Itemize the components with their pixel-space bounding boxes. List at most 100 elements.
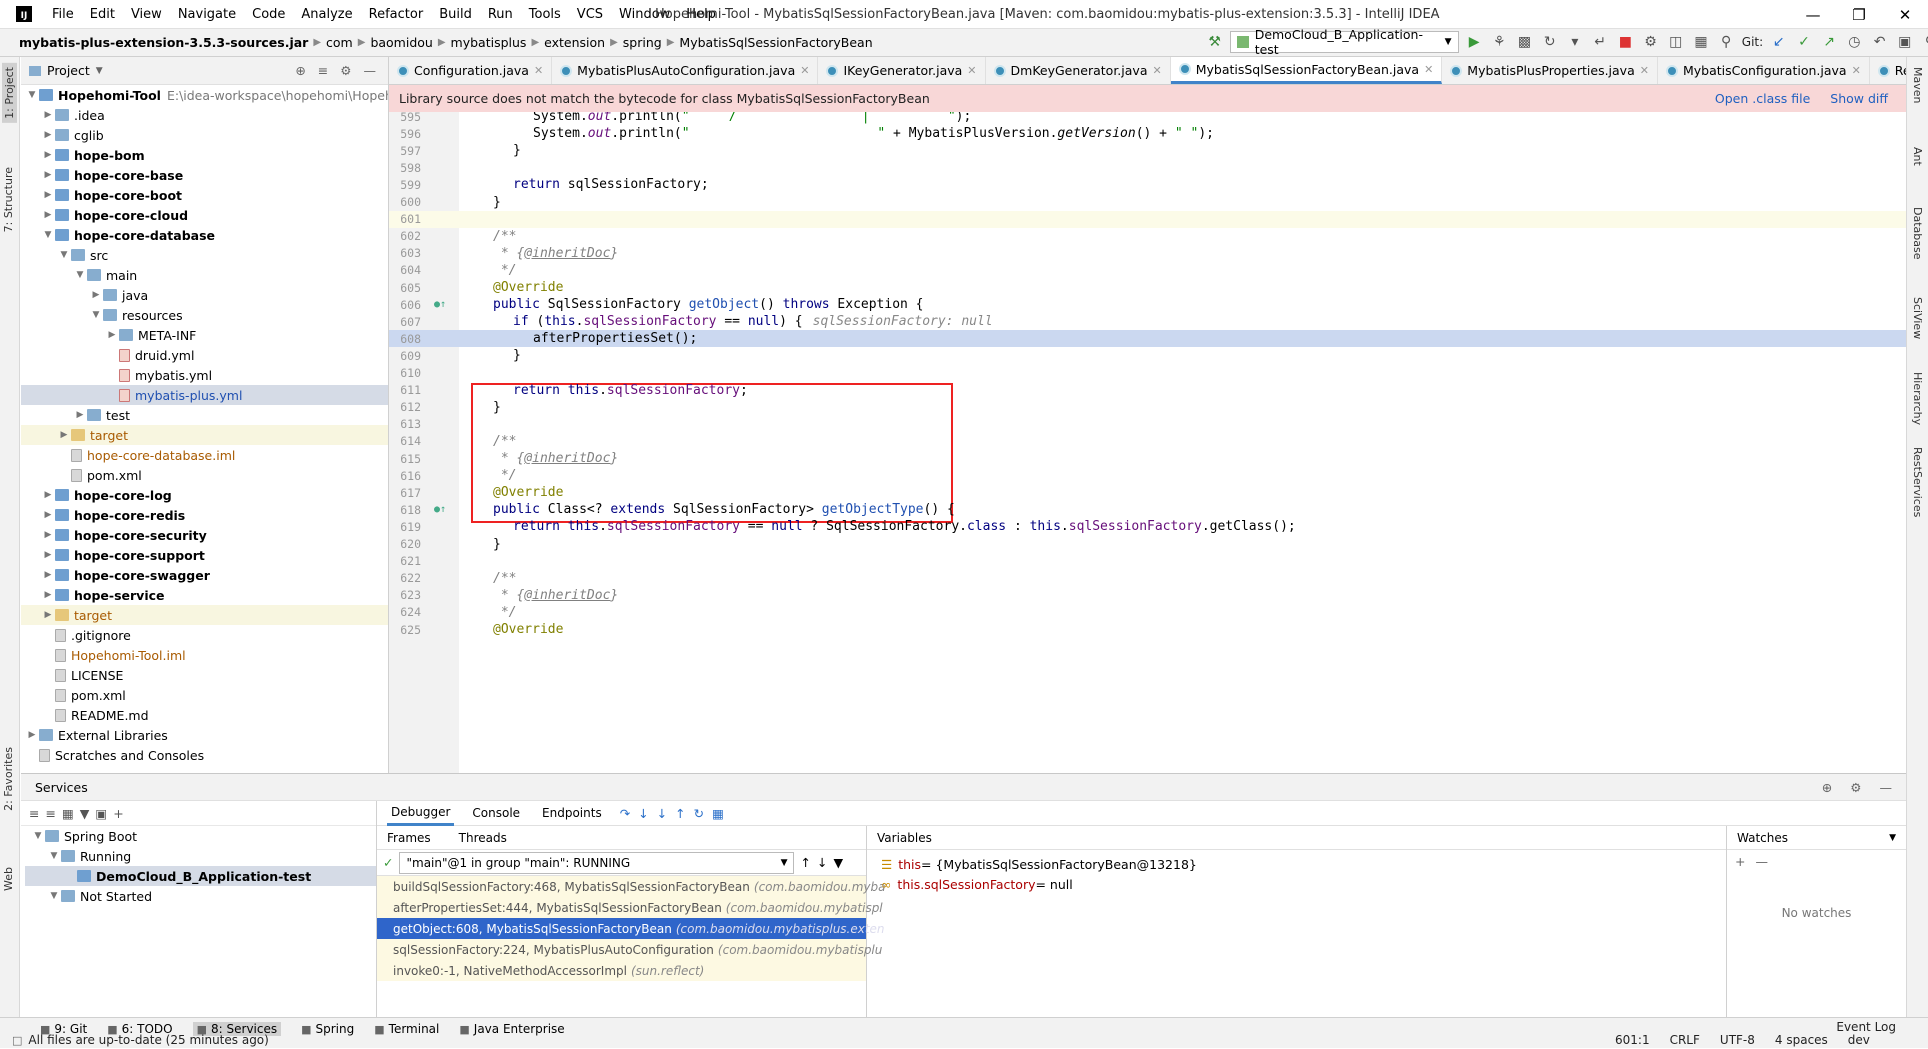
build-icon[interactable]: ⚙	[1641, 32, 1660, 52]
file-encoding[interactable]: UTF-8	[1720, 1033, 1755, 1047]
chevron-down-icon[interactable]: ▼	[47, 851, 61, 861]
new-tab-icon[interactable]: ▣	[95, 806, 107, 821]
search-everywhere-icon[interactable]: ⚲	[1717, 32, 1736, 52]
menu-refactor[interactable]: Refactor	[361, 7, 432, 22]
tree-item[interactable]: Scratches and Consoles	[21, 745, 388, 765]
service-node[interactable]: ▼ Spring Boot	[25, 826, 376, 846]
add-icon[interactable]: +	[113, 806, 123, 821]
chevron-right-icon[interactable]: ▶	[41, 490, 55, 500]
add-watch-icon[interactable]: +	[1735, 854, 1745, 869]
tool-tab-ant[interactable]: Ant	[1911, 147, 1924, 166]
tree-item[interactable]: pom.xml	[21, 685, 388, 705]
chevron-right-icon[interactable]: ▶	[41, 190, 55, 200]
filter-icon[interactable]: ▼	[833, 855, 843, 870]
tree-item[interactable]: ▶ External Libraries	[21, 725, 388, 745]
code-line[interactable]: 611 return this.sqlSessionFactory;	[389, 382, 1906, 399]
tree-item[interactable]: ▼ main	[21, 265, 388, 285]
run-configuration-select[interactable]: DemoCloud_B_Application-test ▼	[1230, 27, 1459, 57]
stack-frame[interactable]: buildSqlSessionFactory:468, MybatisSqlSe…	[377, 876, 886, 897]
tree-item[interactable]: ▶ java	[21, 285, 388, 305]
code-line[interactable]: 604 */	[389, 262, 1906, 279]
editor-tab[interactable]: IKeyGenerator.java ✕	[818, 57, 986, 84]
tree-item[interactable]: Hopehomi-Tool.iml	[21, 645, 388, 665]
down-arrow-icon[interactable]: ↓	[817, 855, 827, 870]
menu-edit[interactable]: Edit	[82, 7, 123, 22]
tree-item[interactable]: hope-core-database.iml	[21, 445, 388, 465]
tree-item[interactable]: mybatis-plus.yml	[21, 385, 388, 405]
menu-file[interactable]: File	[44, 7, 82, 22]
editor-tab[interactable]: MybatisPlusProperties.java ✕	[1442, 57, 1658, 84]
thread-select[interactable]: "main"@1 in group "main": RUNNING ▼	[399, 851, 795, 874]
chevron-down-icon[interactable]: ▼	[31, 831, 45, 841]
code-line[interactable]: 609}	[389, 347, 1906, 364]
tree-item[interactable]: ▼ resources	[21, 305, 388, 325]
chevron-right-icon[interactable]: ▶	[41, 530, 55, 540]
git-update-icon[interactable]: ↙	[1769, 32, 1788, 52]
close-tab-icon[interactable]: ✕	[1852, 64, 1861, 77]
code-line[interactable]: 613	[389, 416, 1906, 433]
tree-item[interactable]: ▶ hope-core-cloud	[21, 205, 388, 225]
editor-tab[interactable]: Configuration.java ✕	[389, 57, 553, 84]
chevron-right-icon[interactable]: ▶	[41, 210, 55, 220]
tree-item[interactable]: ▶ target	[21, 605, 388, 625]
chevron-right-icon[interactable]: ▶	[41, 150, 55, 160]
code-line[interactable]: 610	[389, 365, 1906, 382]
project-panel-title[interactable]: Project	[47, 63, 90, 78]
tree-item[interactable]: ▼ hope-core-database	[21, 225, 388, 245]
service-node[interactable]: ▼ Not Started	[25, 886, 376, 906]
breadcrumb-item[interactable]: mybatis-plus-extension-3.5.3-sources.jar	[14, 35, 313, 50]
tool-tab-project[interactable]: 1: Project	[2, 63, 17, 123]
indent-setting[interactable]: 4 spaces	[1775, 1033, 1828, 1047]
code-line[interactable]: 612}	[389, 399, 1906, 416]
collapse-all-icon[interactable]: ≡	[318, 63, 328, 78]
stack-frame[interactable]: getObject:608, MybatisSqlSessionFactoryB…	[377, 918, 885, 939]
code-line[interactable]: 620}	[389, 536, 1906, 553]
tree-item[interactable]: pom.xml	[21, 465, 388, 485]
tree-item[interactable]: ▶ target	[21, 425, 388, 445]
step-out-icon[interactable]: ↑	[675, 806, 693, 821]
debugger-tab[interactable]: Console	[468, 801, 524, 826]
code-line[interactable]: 617 @Override	[389, 484, 1906, 501]
code-line[interactable]: 619 return this.sqlSessionFactory == null…	[389, 518, 1906, 535]
structure-icon[interactable]: ▦	[1691, 32, 1710, 52]
breadcrumb-item[interactable]: MybatisSqlSessionFactoryBean	[674, 35, 877, 50]
code-line[interactable]: 600}	[389, 194, 1906, 211]
chevron-right-icon[interactable]: ▶	[41, 550, 55, 560]
git-branch[interactable]: dev	[1848, 1033, 1870, 1047]
group-icon[interactable]: ▦	[62, 806, 74, 821]
tree-item[interactable]: mybatis.yml	[21, 365, 388, 385]
profile-icon[interactable]: ↻	[1540, 32, 1559, 52]
hide-icon[interactable]: —	[364, 63, 377, 78]
gear-icon[interactable]: ⚙	[340, 63, 351, 78]
sdk-icon[interactable]: ◫	[1666, 32, 1685, 52]
close-tab-icon[interactable]: ✕	[800, 64, 809, 77]
editor-tab[interactable]: MybatisSqlSessionFactoryBean.java ✕	[1170, 57, 1443, 84]
run-icon[interactable]: ▶	[1465, 32, 1484, 52]
debug-icon[interactable]: ⚘	[1490, 32, 1509, 52]
tool-tab-database[interactable]: Database	[1911, 207, 1924, 260]
bottom-tab[interactable]: ■ Java Enterprise	[459, 1022, 564, 1036]
chevron-right-icon[interactable]: ▶	[41, 610, 55, 620]
git-commit-icon[interactable]: ✓	[1794, 32, 1813, 52]
rollback-icon[interactable]: ↶	[1870, 32, 1889, 52]
stack-frame[interactable]: sqlSessionFactory:224, MybatisPlusAutoCo…	[377, 939, 882, 960]
code-line[interactable]: 596 System.out.println(" " + MybatisPlusV…	[389, 125, 1906, 142]
code-line[interactable]: 606 ●↑ public SqlSessionFactory getObject(…	[389, 296, 1906, 313]
tree-item[interactable]: ▶ hope-service	[21, 585, 388, 605]
menu-analyze[interactable]: Analyze	[293, 7, 360, 22]
chevron-right-icon[interactable]: ▶	[57, 430, 71, 440]
chevron-down-icon[interactable]: ▼	[41, 230, 55, 240]
breadcrumb-item[interactable]: mybatisplus	[446, 35, 532, 50]
stack-frame[interactable]: invoke0:-1, NativeMethodAccessorImpl (sun…	[377, 960, 866, 981]
close-window-icon[interactable]: ✕	[1882, 0, 1928, 29]
code-line[interactable]: 605 @Override	[389, 279, 1906, 296]
breadcrumb-item[interactable]: extension	[539, 35, 610, 50]
tree-root[interactable]: ▼ Hopehomi-Tool E:\idea-workspace\hopeho…	[21, 85, 388, 105]
editor-tab[interactable]: DmKeyGenerator.java ✕	[986, 57, 1171, 84]
breadcrumb-item[interactable]: baomidou	[365, 35, 437, 50]
code-line[interactable]: 595 System.out.println(" / | ");	[389, 112, 1906, 125]
minimize-icon[interactable]: —	[1790, 0, 1836, 29]
code-view[interactable]: 595 System.out.println(" / | "); 596 System…	[389, 112, 1906, 773]
code-line[interactable]: 601	[389, 210, 1906, 228]
debugger-tab[interactable]: Debugger	[387, 801, 455, 826]
